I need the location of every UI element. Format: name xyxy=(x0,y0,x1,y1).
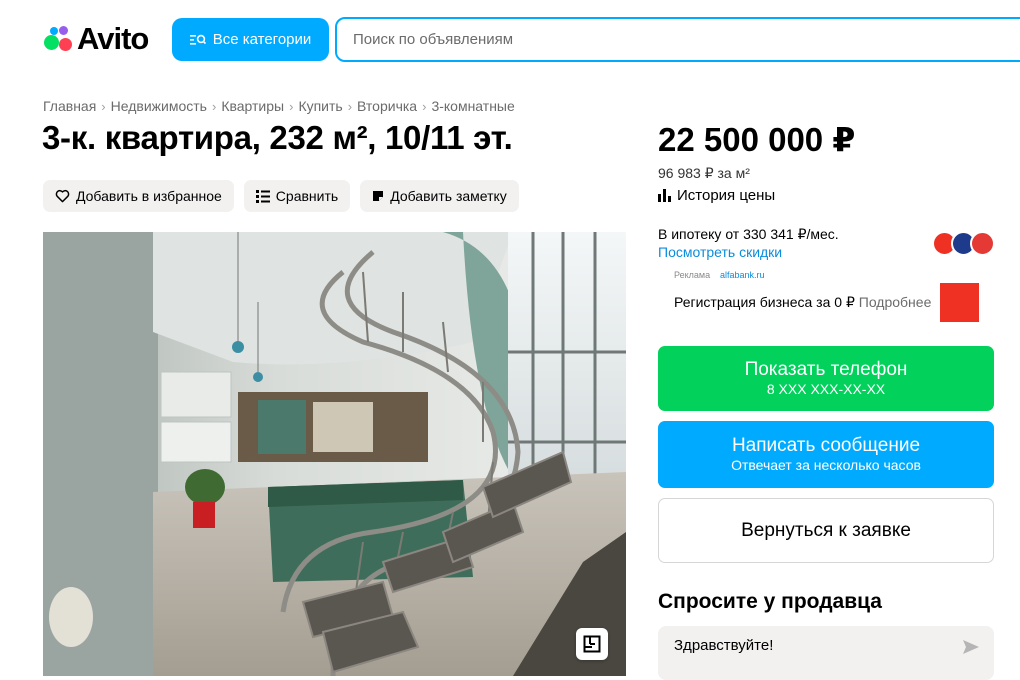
all-categories-button[interactable]: Все категории xyxy=(172,18,329,61)
breadcrumb-buy[interactable]: Купить xyxy=(298,98,342,114)
avito-logo-dots-icon xyxy=(42,24,74,54)
search-bar[interactable] xyxy=(335,17,1020,62)
categories-search-icon xyxy=(189,34,206,45)
ad-banner[interactable]: Регистрация бизнеса за 0 ₽ Подробнее xyxy=(674,294,931,311)
bank-logos xyxy=(932,231,996,257)
apartment-interior-image xyxy=(43,232,626,676)
floor-plan-button[interactable] xyxy=(576,628,608,660)
ad-source-link[interactable]: alfabank.ru xyxy=(720,270,765,280)
phone-number-masked: 8 XXX XXX-XX-XX xyxy=(766,381,886,397)
compare-icon xyxy=(255,189,270,203)
breadcrumb-3-rooms[interactable]: 3-комнатные xyxy=(431,98,514,114)
send-message-button[interactable]: Написать сообщение Отвечает за несколько… xyxy=(658,421,994,488)
view-discounts-link[interactable]: Посмотреть скидки xyxy=(658,244,782,260)
heart-icon xyxy=(55,189,70,203)
ad-more-link[interactable]: Подробнее xyxy=(859,294,932,310)
breadcrumb-apartments[interactable]: Квартиры xyxy=(221,98,284,114)
all-categories-label: Все категории xyxy=(212,31,312,48)
logo-text: Avito xyxy=(77,21,149,56)
search-input[interactable] xyxy=(353,31,993,48)
page-title: 3-к. квартира, 232 м², 10/11 эт. xyxy=(42,119,513,156)
listing-actions: Добавить в избранное Сравнить Добавить з… xyxy=(43,180,519,212)
avito-logo[interactable]: Avito xyxy=(42,21,149,56)
compare-button[interactable]: Сравнить xyxy=(243,180,351,212)
add-to-favorites-label: Добавить в избранное xyxy=(76,188,222,204)
ask-seller-message: Здравствуйте! xyxy=(674,637,774,654)
bar-chart-icon xyxy=(658,189,671,202)
add-note-label: Добавить заметку xyxy=(390,188,507,204)
note-icon xyxy=(373,191,384,201)
chevron-right-icon: › xyxy=(101,98,106,114)
price-history-label: История цены xyxy=(677,187,776,204)
ad-text: Регистрация бизнеса за 0 ₽ xyxy=(674,294,855,310)
chevron-right-icon: › xyxy=(289,98,294,114)
price-per-meter: 96 983 ₽ за м² xyxy=(658,165,750,181)
price-history-link[interactable]: История цены xyxy=(658,187,775,204)
chevron-right-icon: › xyxy=(347,98,353,114)
back-to-request-button[interactable]: Вернуться к заявке xyxy=(658,498,994,563)
add-note-button[interactable]: Добавить заметку xyxy=(360,180,519,212)
show-phone-button[interactable]: Показать телефон 8 XXX XXX-XX-XX xyxy=(658,346,994,411)
chevron-right-icon: › xyxy=(422,98,427,114)
floor-plan-icon xyxy=(583,635,601,653)
breadcrumb-home[interactable]: Главная xyxy=(43,98,96,114)
listing-photo[interactable] xyxy=(43,232,626,676)
ask-seller-message-field[interactable]: Здравствуйте! xyxy=(658,626,994,680)
send-message-label: Написать сообщение xyxy=(731,435,921,456)
ad-label: Реклама xyxy=(674,270,711,280)
send-icon[interactable] xyxy=(962,639,980,655)
show-phone-label: Показать телефон xyxy=(744,359,908,380)
chevron-right-icon: › xyxy=(211,98,217,114)
breadcrumb-real-estate[interactable]: Недвижимость xyxy=(111,98,207,114)
price: 22 500 000 ₽ xyxy=(658,121,856,158)
breadcrumb: Главная › Недвижимость › Квартиры › Купи… xyxy=(43,98,515,114)
response-time-note: Отвечает за несколько часов xyxy=(731,457,921,473)
mortgage-info: В ипотеку от 330 341 ₽/мес. xyxy=(658,226,839,242)
breadcrumb-secondary[interactable]: Вторичка xyxy=(357,98,417,114)
back-to-request-label: Вернуться к заявке xyxy=(741,519,911,541)
ask-seller-title: Спросите у продавца xyxy=(658,590,882,613)
alfa-bank-ad-logo[interactable] xyxy=(940,283,979,322)
compare-label: Сравнить xyxy=(275,188,339,204)
add-to-favorites-button[interactable]: Добавить в избранное xyxy=(43,180,234,212)
bank-logo-icon xyxy=(970,231,995,256)
